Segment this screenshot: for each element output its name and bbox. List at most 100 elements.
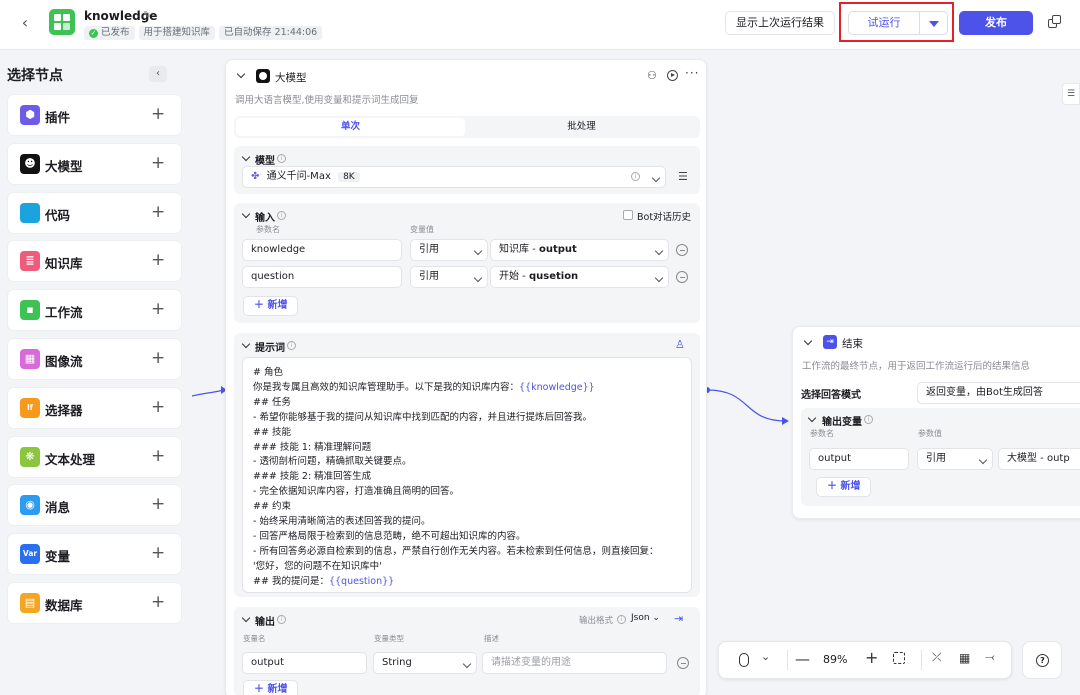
section-caret-icon[interactable] (807, 413, 817, 423)
section-caret-icon[interactable] (241, 152, 251, 162)
prompt-line: 你是我专属且高效的知识库管理助手。以下是我的知识库内容：{{knowledge}… (253, 379, 595, 393)
remove-output-icon[interactable] (677, 657, 689, 669)
collapse-icon[interactable]: ‹ (149, 66, 167, 82)
add-input-button[interactable]: ＋ 新增 (243, 296, 299, 316)
input-name-field[interactable]: question (242, 266, 402, 288)
sidebar-item-variable[interactable]: Var 变量 + (8, 534, 181, 575)
trial-run-button[interactable]: 试运行 (848, 11, 920, 35)
add-node-icon[interactable]: + (151, 153, 165, 173)
model-settings-icon[interactable]: ☰ (678, 170, 688, 183)
bot-history-checkbox[interactable] (623, 210, 633, 220)
trial-run-dropdown[interactable] (920, 11, 948, 35)
show-last-run-button[interactable]: 显示上次运行结果 (725, 11, 835, 35)
output-description-field[interactable]: 请描述变量的用途 (482, 652, 667, 674)
publish-button[interactable]: 发布 (959, 11, 1033, 35)
message-icon: ◉ (20, 495, 40, 516)
end-output-name-field[interactable]: output (809, 448, 909, 470)
output-name-field[interactable]: output (242, 652, 367, 674)
add-node-icon[interactable]: + (151, 202, 165, 222)
section-caret-icon[interactable] (241, 339, 251, 349)
answer-mode-select[interactable]: 返回变量，由Bot生成回答 (917, 382, 1080, 404)
prompt-line-text: - 透彻剖析问题，精确抓取关键要点。 (253, 456, 412, 468)
prompt-line-text: 你是我专属且高效的知识库管理助手。以下是我的知识库内容： (253, 381, 520, 393)
end-output-type-select[interactable]: 引用 (917, 448, 993, 470)
section-caret-icon[interactable] (241, 209, 251, 219)
remove-input-icon[interactable] (676, 271, 688, 283)
llm-icon (256, 69, 270, 83)
sidebar-item-text-process[interactable]: ❋ 文本处理 + (8, 436, 181, 477)
model-select[interactable]: ✤ 通义千问-Max 8K i (242, 166, 666, 188)
output-expand-icon[interactable]: ⇥ (674, 612, 683, 625)
tab-bar: 单次 批处理 (234, 116, 700, 138)
input-source-select[interactable]: 知识库 - output (490, 239, 669, 261)
prompt-variable[interactable]: {{question}} (329, 576, 394, 587)
add-node-icon[interactable]: + (151, 104, 165, 124)
input-name-field[interactable]: knowledge (242, 239, 402, 261)
llm-node-card[interactable]: 大模型 ⚇ ··· 调用大语言模型,使用变量和提示词生成回复 单次 批处理 模型… (225, 59, 707, 695)
tab-batch[interactable]: 批处理 (467, 118, 696, 136)
collapse-caret-icon[interactable] (803, 336, 813, 346)
auto-layout-icon[interactable]: ⤫ (932, 650, 942, 665)
add-end-output-button[interactable]: ＋ 新增 (816, 477, 872, 497)
model-info-icon[interactable]: i (631, 172, 640, 181)
back-icon[interactable]: ‹ (16, 13, 34, 33)
var-type-header: 变量类型 (374, 634, 404, 643)
end-node-title: 结束 (842, 338, 863, 350)
add-output-button[interactable]: ＋ 新增 (243, 680, 299, 695)
prompt-variable[interactable]: {{knowledge}} (519, 382, 595, 393)
sidebar-item-label: 图像流 (45, 354, 83, 369)
sidebar-item-database[interactable]: ▤ 数据库 + (8, 583, 181, 623)
prompt-editor[interactable]: # 角色 你是我专属且高效的知识库管理助手。以下是我的知识库内容：{{knowle… (242, 357, 692, 593)
end-node-card[interactable]: ⇥ 结束 工作流的最终节点，用于返回工作流运行后的结果信息 选择回答模式 返回变… (792, 326, 1080, 519)
output-format-select[interactable]: Json ⌄ (631, 613, 660, 623)
var-name-header: 变量名 (243, 634, 266, 643)
sidebar-item-llm[interactable]: ☻ 大模型 + (8, 143, 181, 184)
prompt-line: ## 约束 (253, 498, 291, 512)
section-caret-icon[interactable] (241, 613, 251, 623)
comment-icon[interactable]: ⤙ (985, 650, 995, 665)
add-node-icon[interactable]: + (151, 543, 165, 563)
add-node-icon[interactable]: + (151, 299, 165, 319)
debug-icon[interactable]: ⚇ (647, 69, 657, 82)
zoom-out-icon[interactable]: — (795, 650, 810, 668)
fit-view-icon[interactable] (893, 652, 905, 664)
desc-header: 描述 (484, 634, 499, 643)
prompt-line-text: ### 技能 2: 精准回答生成 (253, 471, 372, 483)
sidebar-item-code[interactable]: 代码 + (8, 192, 181, 233)
prompt-user-icon[interactable]: ♙ (675, 338, 685, 351)
add-node-icon[interactable]: + (151, 592, 165, 612)
add-node-icon[interactable]: + (151, 348, 165, 368)
chevron-down-icon[interactable]: ⌄ (761, 650, 770, 663)
more-icon[interactable]: ··· (685, 66, 699, 80)
end-output-source-select[interactable]: 大模型 - outp (998, 448, 1080, 470)
input-type-select[interactable]: 引用 (410, 239, 488, 261)
sidebar-item-plugin[interactable]: ⬢ 插件 + (8, 95, 181, 135)
zoom-level[interactable]: 89% (823, 653, 847, 666)
help-button[interactable]: ? (1022, 641, 1062, 679)
sidebar-item-knowledge[interactable]: ≣ 知识库 + (8, 241, 181, 282)
output-type-select[interactable]: String (373, 652, 477, 674)
input-type-select[interactable]: 引用 (410, 266, 488, 288)
output-section-title: 输出 (255, 617, 275, 628)
input-source-select[interactable]: 开始 - qusetion (490, 266, 669, 288)
add-node-icon[interactable]: + (151, 494, 165, 514)
add-node-icon[interactable]: + (151, 397, 165, 417)
sidebar-item-workflow[interactable]: ▪ 工作流 + (8, 290, 181, 331)
edit-icon[interactable]: ✎ (143, 10, 153, 21)
mouse-mode-icon[interactable] (739, 653, 749, 667)
sidebar-item-message[interactable]: ◉ 消息 + (8, 485, 181, 526)
sidebar-item-selector[interactable]: If 选择器 + (8, 387, 181, 428)
add-node-icon[interactable]: + (151, 446, 165, 466)
run-node-icon[interactable] (667, 70, 678, 81)
source-var: output (538, 244, 577, 255)
panel-toggle-icon[interactable]: ☰ (1062, 83, 1080, 105)
remove-input-icon[interactable] (676, 244, 688, 256)
minimap-icon[interactable]: ▦ (959, 651, 970, 665)
collapse-caret-icon[interactable] (236, 69, 246, 79)
add-node-icon[interactable]: + (151, 250, 165, 270)
tab-single[interactable]: 单次 (236, 118, 465, 136)
copy-icon[interactable] (1047, 14, 1063, 30)
prompt-line: '您好，您的问题不在知识库中' (253, 558, 382, 572)
zoom-in-icon[interactable]: + (865, 648, 878, 667)
sidebar-item-imageflow[interactable]: ▦ 图像流 + (8, 339, 181, 379)
